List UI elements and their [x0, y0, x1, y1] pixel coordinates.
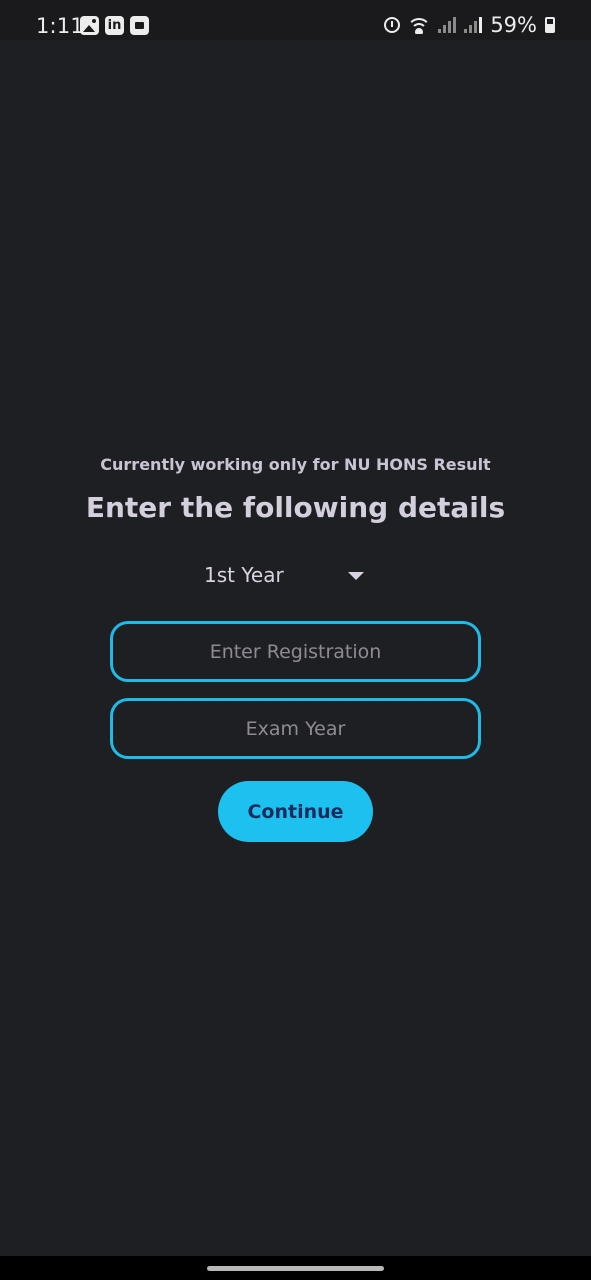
caret-down-icon — [348, 572, 364, 580]
store-icon — [130, 16, 149, 35]
status-time: 1:11 — [36, 14, 84, 38]
year-dropdown[interactable]: 1st Year — [196, 556, 376, 594]
home-indicator[interactable] — [207, 1266, 384, 1271]
linkedin-icon: in — [105, 16, 124, 35]
subtitle: Currently working only for NU HONS Resul… — [100, 455, 491, 474]
alarm-icon — [384, 17, 401, 33]
battery-percent: 59% — [490, 13, 537, 37]
status-bar: 1:11 in 59% — [0, 0, 591, 40]
signal-icon — [464, 17, 483, 33]
notification-icons: in — [80, 16, 149, 35]
year-dropdown-value: 1st Year — [204, 563, 284, 587]
wifi-icon — [408, 16, 431, 34]
system-icons: 59% — [384, 12, 555, 38]
continue-button[interactable]: Continue — [218, 781, 373, 842]
page-title: Enter the following details — [85, 491, 506, 524]
exam-year-input[interactable] — [110, 698, 481, 759]
registration-input[interactable] — [110, 621, 481, 682]
battery-icon — [545, 17, 555, 33]
app-screen: 1:11 in 59% Currently working only for N… — [0, 0, 591, 1280]
navigation-bar — [0, 1256, 591, 1280]
signal-icon — [438, 17, 457, 33]
gallery-icon — [80, 16, 99, 35]
